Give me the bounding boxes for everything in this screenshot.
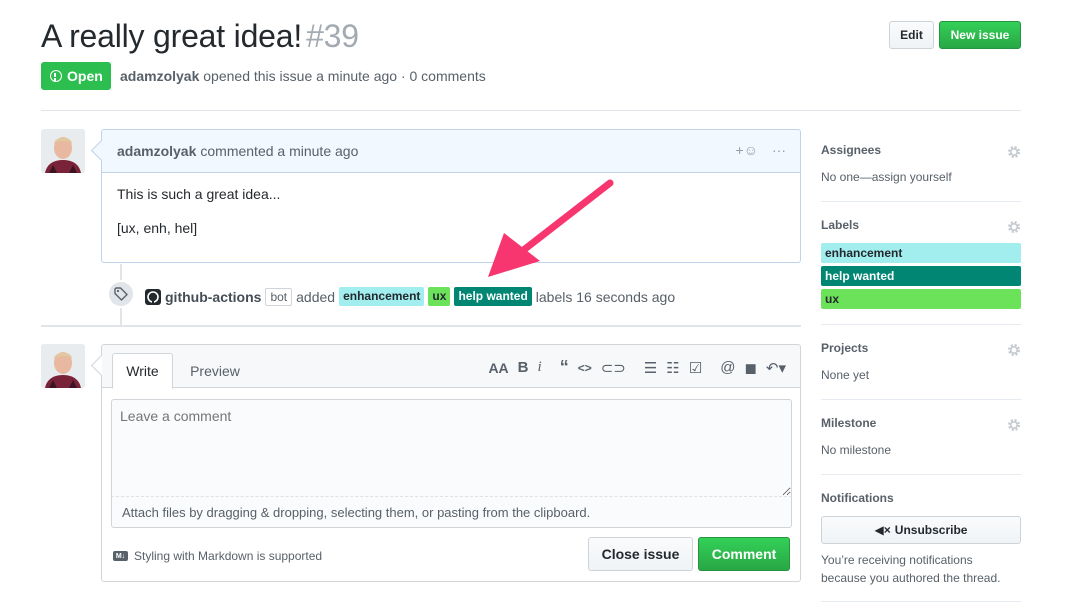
issue-meta: adamzolyak opened this issue a minute ag… [120, 68, 486, 84]
tab-write[interactable]: Write [112, 353, 173, 389]
sidebar-heading[interactable]: Milestone [821, 416, 1021, 430]
projects-value: None yet [821, 368, 870, 382]
bot-badge: bot [265, 287, 293, 306]
mute-icon: ◀× [874, 523, 891, 537]
sidebar-label-ux[interactable]: ux [821, 289, 1021, 309]
sidebar-projects: Projects None yet [821, 341, 1021, 382]
status-badge-label: Open [67, 68, 103, 84]
event-suffix: labels 16 seconds ago [535, 288, 676, 305]
tabs-bar: Write Preview AA B i “ <> ⊂⊃ ☰ ☷ ☑ @ ◼ ↶… [102, 345, 800, 389]
header-divider [41, 110, 1021, 111]
comment-input[interactable] [111, 399, 792, 497]
bold-icon[interactable]: B [518, 359, 529, 376]
edit-button[interactable]: Edit [889, 21, 934, 49]
assignees-value[interactable]: No one—assign yourself [821, 170, 1021, 184]
markdown-toolbar: AA B i “ <> ⊂⊃ ☰ ☷ ☑ @ ◼ ↶▾ [479, 357, 786, 378]
gear-icon[interactable] [1007, 220, 1021, 234]
github-actions-icon [145, 288, 161, 305]
timeline-divider [41, 325, 801, 327]
sidebar-notifications: Notifications [821, 491, 1021, 505]
attach-files-hint[interactable]: Attach files by dragging & dropping, sel… [111, 497, 792, 528]
sidebar-milestone: Milestone No milestone [821, 416, 1021, 457]
comment-text-line: This is such a great idea... [117, 186, 281, 202]
notifications-note-line: because you authored the thread. [821, 571, 1001, 585]
label-enhancement[interactable]: enhancement [339, 287, 425, 306]
status-badge: Open [41, 62, 111, 90]
comment-text-line: [ux, enh, hel] [117, 220, 198, 236]
avatar[interactable] [41, 344, 85, 388]
gear-icon[interactable] [1007, 343, 1021, 357]
sidebar-divider [821, 474, 1021, 475]
header-text-icon[interactable]: AA [488, 360, 508, 376]
tab-preview[interactable]: Preview [182, 353, 248, 389]
label-ux[interactable]: ux [428, 287, 451, 306]
issue-number: #39 [306, 18, 359, 54]
sidebar-divider [821, 201, 1021, 202]
label-help-wanted[interactable]: help wanted [454, 287, 532, 306]
annotation-arrow [488, 179, 614, 277]
avatar[interactable] [41, 129, 85, 173]
sidebar-divider [821, 324, 1021, 325]
more-options-icon[interactable]: ··· [772, 142, 786, 158]
unsubscribe-button[interactable]: ◀× Unsubscribe [821, 516, 1021, 544]
mention-icon[interactable]: @ [720, 359, 735, 376]
notifications-note: You’re receiving notifications because y… [821, 551, 1021, 587]
issue-title-text: A really great idea! [41, 18, 303, 54]
tag-icon [107, 280, 135, 308]
gear-icon[interactable] [1007, 418, 1021, 432]
issue-author-link[interactable]: adamzolyak [120, 68, 199, 84]
new-comment-form: Write Preview AA B i “ <> ⊂⊃ ☰ ☷ ☑ @ ◼ ↶… [101, 344, 801, 582]
comment-header: adamzolyak commented a minute ago +☺ ··· [102, 130, 800, 173]
markdown-icon: M↓ [113, 551, 128, 561]
sidebar-label-enhancement[interactable]: enhancement [821, 243, 1021, 263]
sidebar-heading[interactable]: Projects [821, 341, 1021, 355]
gear-icon[interactable] [1007, 145, 1021, 159]
code-icon[interactable]: <> [578, 361, 592, 375]
sidebar-assignees: Assignees No one—assign yourself [821, 143, 1021, 184]
notifications-note-line: You’re receiving notifications [821, 553, 973, 567]
comment-body: This is such a great idea... [ux, enh, h… [102, 173, 800, 265]
sidebar-divider [821, 601, 1021, 602]
sidebar-labels: Labels [821, 218, 1021, 234]
markdown-hint: M↓ Styling with Markdown is supported [113, 549, 322, 563]
unsubscribe-label: Unsubscribe [894, 523, 968, 537]
issue-meta-text: opened this issue a minute ago · 0 comme… [203, 68, 486, 84]
new-issue-button[interactable]: New issue [939, 21, 1021, 49]
sidebar-heading: Notifications [821, 491, 894, 505]
reply-icon[interactable]: ↶▾ [766, 359, 786, 377]
comment-meta: commented a minute ago [200, 143, 359, 159]
label-event: github-actions bot added enhancement ux … [145, 287, 675, 306]
bullet-list-icon[interactable]: ☰ [644, 359, 657, 377]
milestone-value: No milestone [821, 443, 892, 457]
sidebar-heading[interactable]: Labels [821, 218, 1021, 232]
comment-box: adamzolyak commented a minute ago +☺ ···… [101, 129, 801, 263]
issue-opened-icon [50, 70, 62, 82]
event-verb: added [296, 288, 336, 305]
quote-icon[interactable]: “ [560, 357, 569, 378]
issue-title: A really great idea! #39 [41, 18, 359, 55]
link-icon[interactable]: ⊂⊃ [601, 359, 626, 377]
sidebar-divider [821, 399, 1021, 400]
add-reaction-icon[interactable]: +☺ [736, 142, 758, 158]
comment-button[interactable]: Comment [698, 537, 790, 571]
markdown-hint-text[interactable]: Styling with Markdown is supported [134, 549, 322, 563]
event-actor-link[interactable]: github-actions [165, 289, 261, 305]
close-issue-button[interactable]: Close issue [588, 537, 693, 571]
bookmark-icon[interactable]: ◼ [744, 359, 756, 377]
comment-author-link[interactable]: adamzolyak [117, 143, 196, 159]
sidebar-heading[interactable]: Assignees [821, 143, 1021, 157]
task-list-icon[interactable]: ☑ [689, 359, 702, 377]
numbered-list-icon[interactable]: ☷ [666, 359, 679, 377]
italic-icon[interactable]: i [538, 359, 542, 376]
sidebar-label-help-wanted[interactable]: help wanted [821, 266, 1021, 286]
